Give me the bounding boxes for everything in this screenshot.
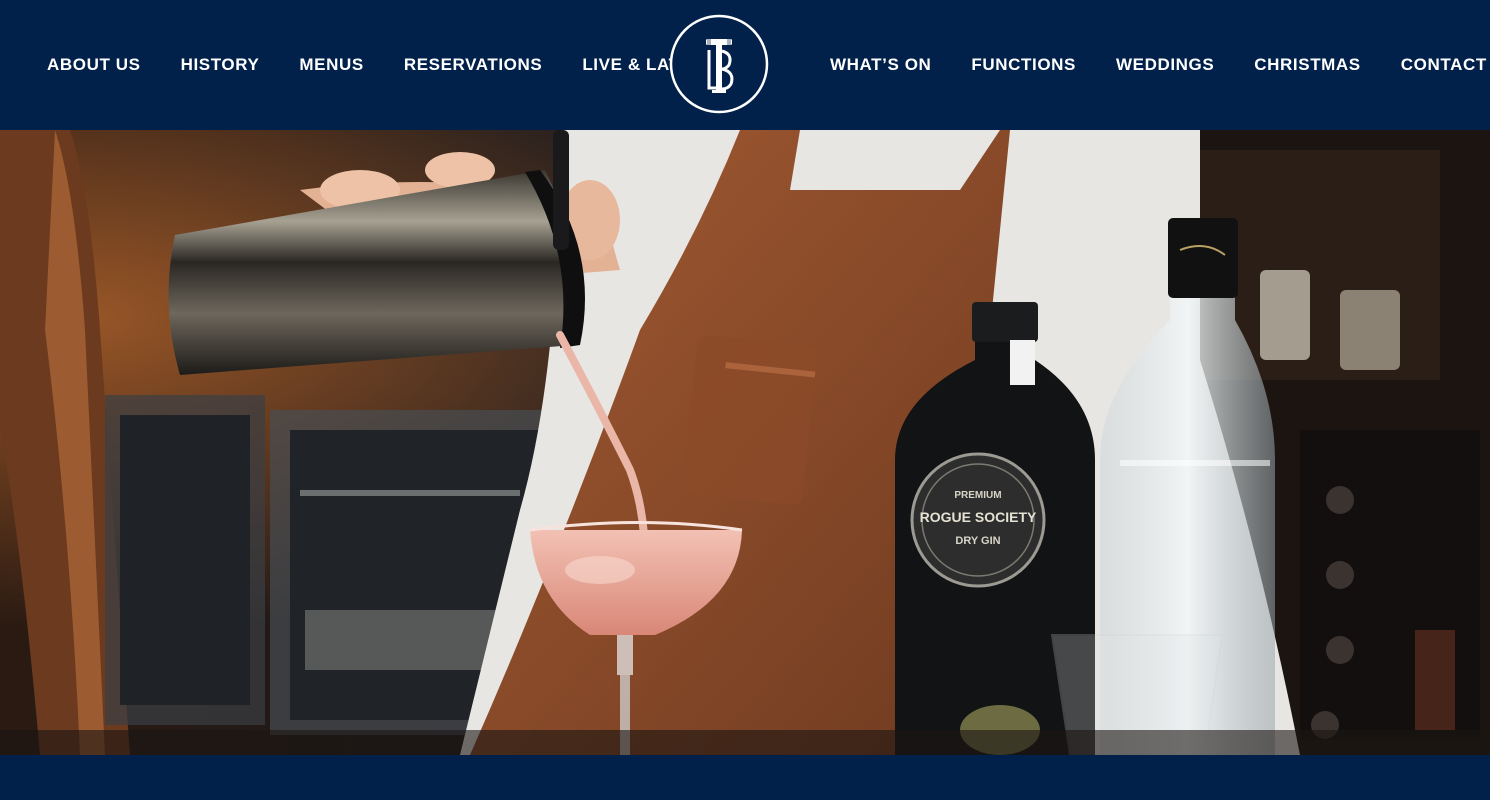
- site-header: ABOUT US HISTORY MENUS RESERVATIONS LIVE…: [0, 0, 1500, 130]
- primary-nav-right: WHAT’S ON FUNCTIONS WEDDINGS CHRISTMAS C…: [830, 51, 1500, 79]
- nav-item-menus[interactable]: MENUS: [299, 51, 363, 79]
- site-logo[interactable]: [669, 14, 769, 114]
- nav-item-reservations[interactable]: RESERVATIONS: [404, 51, 543, 79]
- page: ABOUT US HISTORY MENUS RESERVATIONS LIVE…: [0, 0, 1500, 800]
- hero-image: PREMIUM ROGUE SOCIETY DRY GIN: [0, 130, 1490, 755]
- nav-item-history[interactable]: HISTORY: [181, 51, 260, 79]
- nav-item-whats-on[interactable]: WHAT’S ON: [830, 51, 931, 79]
- bottle-label-line3: DRY GIN: [955, 535, 1000, 547]
- page-scrollbar[interactable]: [1490, 0, 1500, 800]
- bottle-label-line1: PREMIUM: [954, 490, 1001, 501]
- nav-item-weddings[interactable]: WEDDINGS: [1116, 51, 1214, 79]
- bottle-label-line2: ROGUE SOCIETY: [920, 509, 1037, 525]
- hero-bottom-band: [0, 755, 1490, 800]
- primary-nav-left: ABOUT US HISTORY MENUS RESERVATIONS LIVE…: [47, 51, 692, 79]
- nav-item-contact-us[interactable]: CONTACT US: [1401, 51, 1500, 79]
- nav-item-christmas[interactable]: CHRISTMAS: [1254, 51, 1360, 79]
- bartender-pouring-cocktail-image: PREMIUM ROGUE SOCIETY DRY GIN: [0, 130, 1490, 755]
- logo-monogram-icon: [669, 14, 769, 114]
- nav-item-functions[interactable]: FUNCTIONS: [971, 51, 1076, 79]
- nav-item-about-us[interactable]: ABOUT US: [47, 51, 141, 79]
